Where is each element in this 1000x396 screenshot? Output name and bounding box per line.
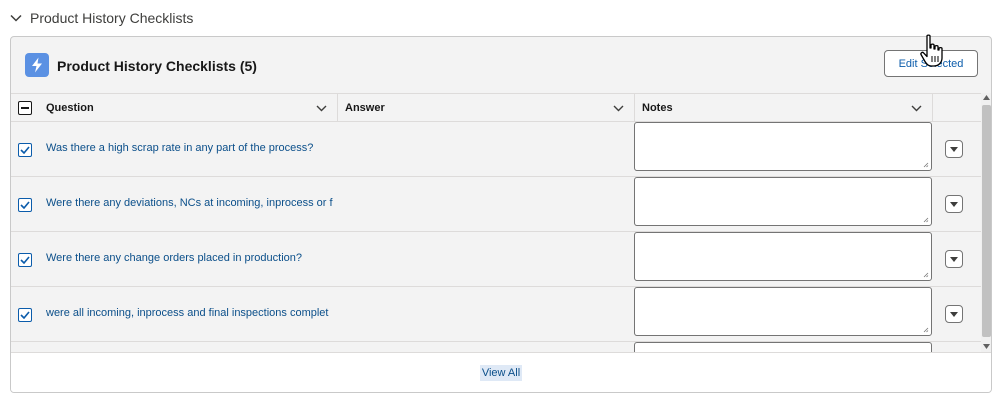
scrollbar-thumb[interactable] [982,105,991,337]
row-actions-button[interactable] [945,250,963,268]
notes-textarea[interactable] [634,232,932,281]
row-actions-button[interactable] [945,195,963,213]
resize-grip-icon[interactable] [923,327,929,333]
scroll-up-arrow-icon[interactable] [983,95,990,100]
card-footer: View All [11,352,991,392]
notes-textarea[interactable] [634,287,932,336]
notes-textarea[interactable] [634,122,932,171]
chevron-down-icon[interactable] [911,103,922,115]
caret-down-icon [950,256,958,262]
related-list-card: Product History Checklists (5) Edit Sele… [10,36,992,393]
section-title: Product History Checklists [30,10,194,26]
chevron-down-icon [10,14,22,22]
column-label-question: Question [46,102,94,114]
question-cell: were all incoming, inprocess and final i… [46,307,329,319]
question-cell: Were there any deviations, NCs at incomi… [46,197,333,209]
column-label-answer: Answer [345,102,385,114]
table-row: Were there any deviations, NCs at incomi… [11,177,981,232]
row-checkbox[interactable] [18,308,32,322]
row-actions-button[interactable] [945,305,963,323]
column-header-question[interactable]: Question [38,94,337,122]
table-row: Were there any change orders placed in p… [11,232,981,287]
caret-down-icon [950,311,958,317]
chevron-down-icon[interactable] [316,103,327,115]
row-checkbox[interactable] [18,253,32,267]
card-title: Product History Checklists (5) [57,58,257,74]
table-body: Was there a high scrap rate in any part … [11,122,981,352]
question-cell: Were there any change orders placed in p… [46,252,303,264]
table-row [11,342,981,352]
resize-grip-icon[interactable] [923,272,929,278]
card-header: Product History Checklists (5) Edit Sele… [11,37,991,93]
question-cell: Was there a high scrap rate in any part … [46,142,314,154]
notes-textarea[interactable] [634,342,932,352]
column-header-notes[interactable]: Notes [634,94,932,122]
select-all-checkbox[interactable] [18,101,32,115]
resize-grip-icon[interactable] [923,217,929,223]
vertical-scrollbar[interactable] [981,93,991,352]
table-row: Was there a high scrap rate in any part … [11,122,981,177]
row-actions-button[interactable] [945,140,963,158]
scroll-down-arrow-icon[interactable] [983,344,990,349]
column-header-answer[interactable]: Answer [337,94,634,122]
lightning-bolt-icon [25,53,49,77]
table-row: were all incoming, inprocess and final i… [11,287,981,342]
chevron-down-icon[interactable] [613,103,624,115]
caret-down-icon [950,146,958,152]
table-header: Question Answer Notes [11,93,981,122]
notes-textarea[interactable] [634,177,932,226]
row-checkbox[interactable] [18,198,32,212]
row-checkbox[interactable] [18,143,32,157]
caret-down-icon [950,201,958,207]
view-all-link[interactable]: View All [479,365,523,381]
resize-grip-icon[interactable] [923,162,929,168]
section-header-toggle[interactable]: Product History Checklists [10,6,193,30]
column-label-notes: Notes [642,102,673,114]
edit-selected-button[interactable]: Edit Selected [884,50,978,77]
